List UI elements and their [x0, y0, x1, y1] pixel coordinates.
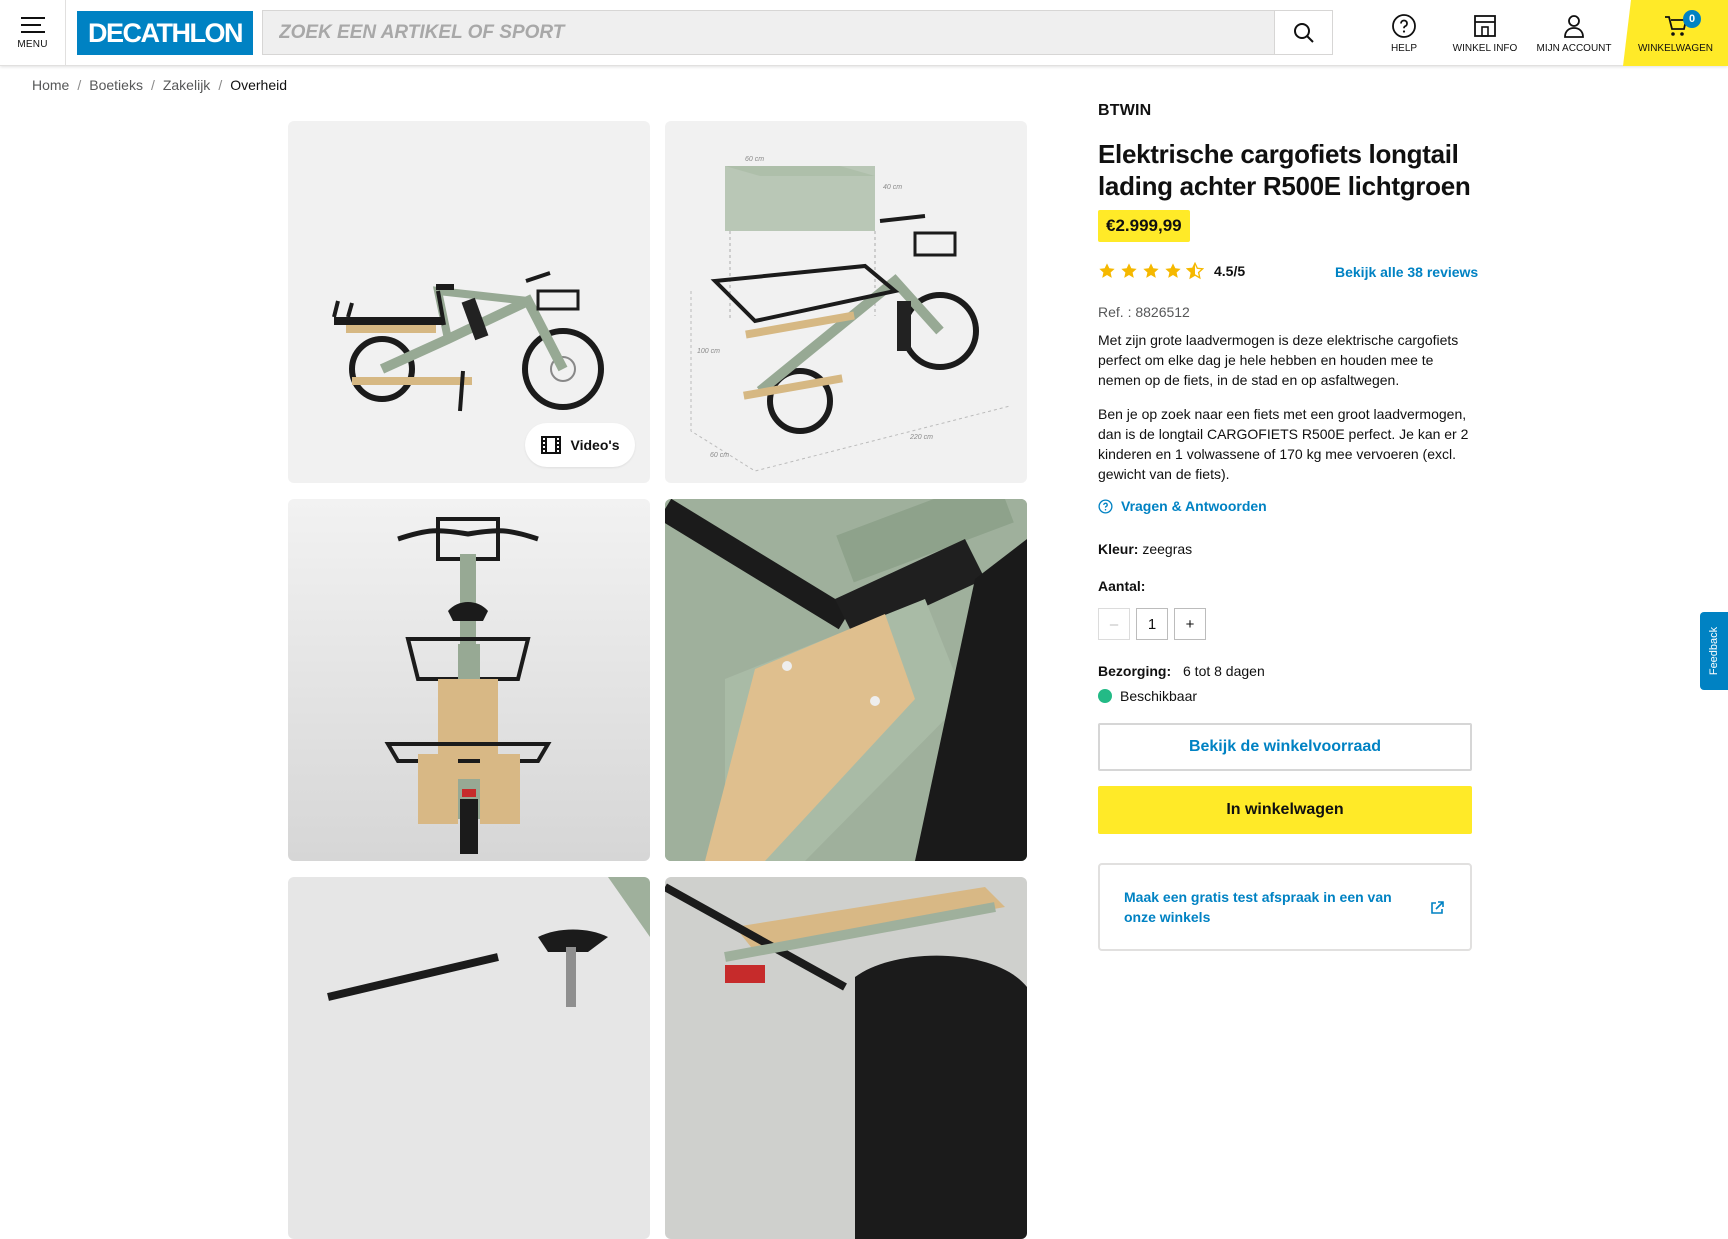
- site-header: MENU DECATHLON HELP WINKEL INFO MIJN ACC…: [0, 0, 1728, 66]
- dimension-label-width: 60 cm: [710, 452, 729, 459]
- dimension-label-length: 220 cm: [909, 434, 933, 441]
- store-icon: [1474, 14, 1496, 37]
- account-label: MIJN ACCOUNT: [1536, 42, 1612, 54]
- test-appointment-box[interactable]: Maak een gratis test afspraak in een van…: [1098, 863, 1472, 951]
- check-store-stock-button[interactable]: Bekijk de winkelvoorraad: [1098, 723, 1472, 771]
- menu-button[interactable]: MENU: [0, 0, 66, 66]
- product-rating: 4.5/5: [1098, 262, 1245, 280]
- shop-info-label: WINKEL INFO: [1452, 42, 1518, 54]
- cargo-bike-dimensions-image: 60 cm 40 cm 100 cm 60 cm 220 cm: [690, 156, 1011, 472]
- shop-info-link[interactable]: WINKEL INFO: [1445, 0, 1525, 66]
- breadcrumb: Home / Boetieks / Zakelijk / Overheid: [32, 77, 287, 93]
- delivery-value: 6 tot 8 dagen: [1183, 663, 1265, 679]
- product-image-side[interactable]: Video's: [288, 121, 650, 483]
- all-reviews-link[interactable]: Bekijk alle 38 reviews: [1335, 264, 1478, 280]
- add-to-cart-button[interactable]: In winkelwagen: [1098, 786, 1472, 834]
- breadcrumb-overheid: Overheid: [230, 77, 288, 93]
- star-full-icon: [1121, 263, 1137, 278]
- menu-label: MENU: [17, 39, 48, 50]
- product-image-dimensions[interactable]: 60 cm 40 cm 100 cm 60 cm 220 cm: [665, 121, 1027, 483]
- cart-count-badge: 0: [1683, 10, 1701, 28]
- quantity-stepper: – 1 +: [1098, 608, 1206, 640]
- search-icon: [1293, 22, 1314, 43]
- qa-label: Vragen & Antwoorden: [1121, 498, 1267, 514]
- delivery-label: Bezorging:: [1098, 663, 1172, 679]
- quantity-decrease-button[interactable]: –: [1098, 608, 1130, 640]
- cargo-bike-seat-image: [327, 877, 650, 1007]
- star-full-icon: [1165, 263, 1181, 278]
- video-label: Video's: [570, 437, 620, 453]
- help-icon: [1392, 13, 1416, 38]
- product-price: €2.999,99: [1098, 210, 1190, 242]
- question-circle-icon: [1098, 498, 1113, 514]
- product-image-seat[interactable]: [288, 877, 650, 1239]
- availability-label: Beschikbaar: [1120, 688, 1198, 704]
- account-link[interactable]: MIJN ACCOUNT: [1534, 0, 1614, 66]
- cargo-bike-rack-detail-image: [665, 499, 1027, 861]
- color-value: zeegras: [1142, 541, 1193, 557]
- breadcrumb-zakelijk[interactable]: Zakelijk: [163, 77, 210, 93]
- delivery-info: Bezorging: 6 tot 8 dagen: [1098, 663, 1265, 679]
- feedback-label: Feedback: [1708, 626, 1720, 676]
- logo-text: DECATHLON: [88, 17, 243, 48]
- qa-link[interactable]: Vragen & Antwoorden: [1098, 498, 1267, 514]
- user-icon: [1564, 14, 1584, 38]
- quantity-label: Aantal:: [1098, 578, 1146, 594]
- product-brand[interactable]: BTWIN: [1098, 102, 1151, 120]
- cargo-bike-rear-rack-image: [665, 883, 1027, 1239]
- test-appointment-link[interactable]: Maak een gratis test afspraak in een van…: [1124, 887, 1424, 927]
- feedback-tab[interactable]: Feedback: [1700, 612, 1728, 690]
- availability-dot: [1098, 689, 1112, 703]
- decathlon-logo[interactable]: DECATHLON: [77, 11, 253, 55]
- product-reference: Ref. : 8826512: [1098, 304, 1190, 320]
- search-button[interactable]: [1274, 11, 1332, 54]
- star-half-icon: [1186, 262, 1204, 280]
- rating-score: 4.5/5: [1214, 263, 1246, 279]
- search-bar: [262, 10, 1333, 55]
- breadcrumb-separator: /: [218, 77, 223, 93]
- help-link[interactable]: HELP: [1374, 0, 1434, 66]
- availability-status: Beschikbaar: [1098, 688, 1197, 704]
- film-icon: [540, 436, 561, 454]
- breadcrumb-home[interactable]: Home: [32, 77, 69, 93]
- product-description-1: Met zijn grote laadvermogen is deze elek…: [1098, 332, 1459, 388]
- search-input[interactable]: [263, 11, 1275, 54]
- color-info: Kleur: zeegras: [1098, 541, 1192, 557]
- cart-link[interactable]: 0 WINKELWAGEN: [1623, 0, 1728, 66]
- hamburger-icon: [20, 17, 45, 33]
- breadcrumb-separator: /: [77, 77, 82, 93]
- product-image-rear-rack[interactable]: [665, 877, 1027, 1239]
- dimension-label-top: 60 cm: [745, 156, 764, 163]
- cart-label: WINKELWAGEN: [1637, 42, 1713, 54]
- help-label: HELP: [1390, 42, 1418, 54]
- dimension-label-depth: 40 cm: [883, 184, 902, 191]
- product-image-rear[interactable]: [288, 499, 650, 861]
- dimension-label-height: 100 cm: [697, 348, 720, 355]
- quantity-increase-button[interactable]: +: [1174, 608, 1206, 640]
- product-image-rack-detail[interactable]: [665, 499, 1027, 861]
- cargo-bike-rear-image: [384, 517, 552, 854]
- star-full-icon: [1099, 263, 1115, 278]
- product-description-2: Ben je op zoek naar een fiets met een gr…: [1098, 406, 1469, 482]
- product-title: Elektrische cargofiets longtail lading a…: [1098, 139, 1471, 201]
- quantity-value[interactable]: 1: [1136, 608, 1168, 640]
- color-label: Kleur:: [1098, 541, 1139, 557]
- star-full-icon: [1143, 263, 1159, 278]
- breadcrumb-boetieks[interactable]: Boetieks: [89, 77, 143, 93]
- external-link-icon: [1431, 901, 1444, 914]
- breadcrumb-separator: /: [150, 77, 155, 93]
- video-button[interactable]: Video's: [525, 423, 635, 467]
